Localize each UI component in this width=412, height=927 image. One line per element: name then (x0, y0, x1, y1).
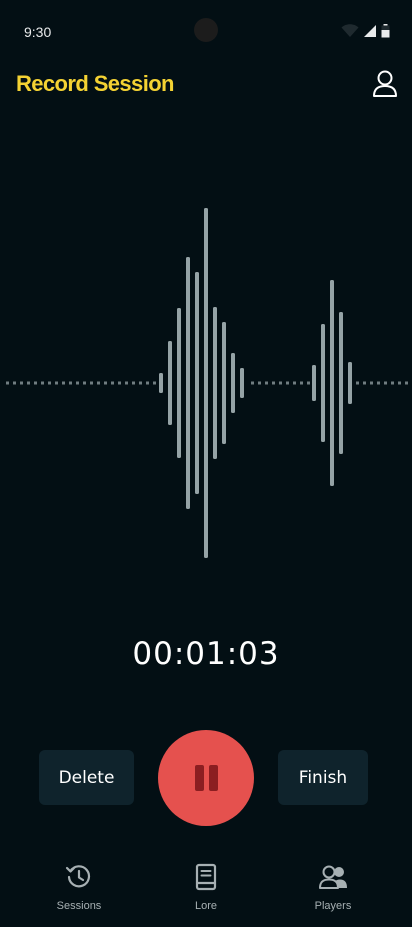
waveform-bar (330, 280, 334, 486)
waveform-bar (339, 312, 343, 454)
battery-icon (381, 24, 390, 38)
waveform-dot (76, 381, 79, 385)
wifi-icon (341, 24, 359, 37)
app-bar: Record Session (0, 64, 412, 108)
waveform-dot (272, 381, 275, 385)
waveform-bar (231, 353, 235, 413)
waveform-dot (258, 381, 261, 385)
nav-label-sessions: Sessions (56, 900, 102, 912)
waveform-dot (6, 381, 9, 385)
waveform-dot (20, 381, 23, 385)
nav-label-lore: Lore (194, 900, 218, 912)
waveform-dot (34, 381, 37, 385)
status-icons (341, 24, 390, 38)
waveform-bar (159, 373, 163, 393)
waveform-dot (118, 381, 121, 385)
waveform-dot (90, 381, 93, 385)
audio-waveform (6, 208, 408, 558)
waveform-bar (321, 324, 325, 442)
waveform-dot (286, 381, 289, 385)
waveform-dot (111, 381, 114, 385)
person-icon (373, 70, 397, 97)
waveform-bar (312, 365, 316, 401)
waveform-dot (48, 381, 51, 385)
cellular-signal-icon (364, 25, 376, 37)
waveform-bar (177, 308, 181, 458)
waveform-bar (186, 257, 190, 509)
delete-button[interactable]: Delete (39, 750, 134, 805)
nav-label-players: Players (314, 900, 352, 912)
waveform-bar (195, 272, 199, 494)
waveform-bar (348, 362, 352, 404)
waveform-dot (405, 381, 408, 385)
people-icon (319, 865, 347, 889)
waveform-dot (55, 381, 58, 385)
nav-item-lore[interactable]: Lore (156, 862, 256, 912)
nav-item-players[interactable]: Players (283, 862, 383, 912)
waveform-dot (132, 381, 135, 385)
waveform-bar (213, 307, 217, 459)
waveform-bar (222, 322, 226, 444)
book-icon (195, 863, 217, 891)
waveform-dot (307, 381, 310, 385)
status-time: 9:30 (24, 24, 52, 40)
waveform-dot (41, 381, 44, 385)
waveform-dot (384, 381, 387, 385)
waveform-bars (159, 208, 352, 558)
waveform-bar (204, 208, 208, 558)
waveform-dot (377, 381, 380, 385)
pause-icon-bar (208, 765, 218, 791)
waveform-dot (265, 381, 268, 385)
finish-button[interactable]: Finish (278, 750, 368, 805)
nav-item-sessions[interactable]: Sessions (29, 862, 129, 912)
waveform-dot (356, 381, 359, 385)
page-title: Record Session (16, 71, 174, 96)
pause-button[interactable] (158, 730, 254, 826)
bottom-navigation: Sessions Lore Players (0, 850, 412, 927)
recording-timer: 00:01:03 (132, 636, 280, 672)
waveform-dot (104, 381, 107, 385)
waveform-dot (62, 381, 65, 385)
history-icon (65, 865, 91, 888)
waveform-dot (13, 381, 16, 385)
waveform-bar (168, 341, 172, 425)
waveform-dot (251, 381, 254, 385)
waveform-dot (139, 381, 142, 385)
waveform-dot (27, 381, 30, 385)
waveform-dot (146, 381, 149, 385)
waveform-dot (370, 381, 373, 385)
waveform-dot (153, 381, 156, 385)
waveform-dot (293, 381, 296, 385)
camera-cutout (194, 18, 218, 42)
waveform-dot (398, 381, 401, 385)
status-bar: 9:30 (0, 0, 412, 64)
pause-icon (194, 765, 204, 791)
waveform-dot (363, 381, 366, 385)
waveform-dot (391, 381, 394, 385)
waveform-dot (125, 381, 128, 385)
waveform-bar (240, 368, 244, 398)
waveform-dot (300, 381, 303, 385)
waveform-dot (279, 381, 282, 385)
waveform-dot (83, 381, 86, 385)
waveform-dot (97, 381, 100, 385)
waveform-dot (69, 381, 72, 385)
profile-button[interactable] (372, 70, 398, 98)
